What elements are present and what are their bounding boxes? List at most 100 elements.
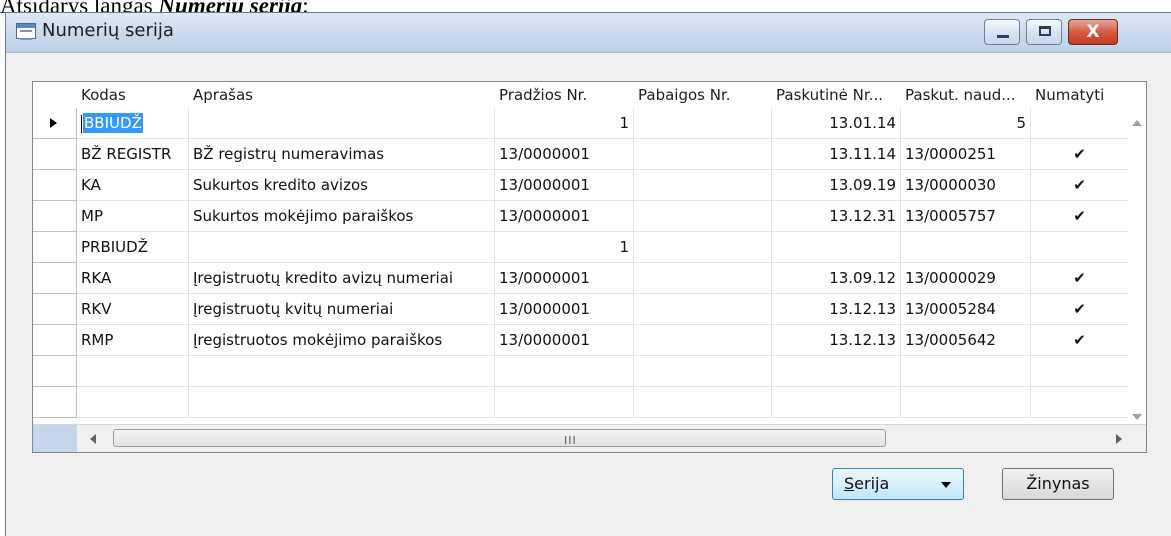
cell-paskut-naud[interactable]: 13/0005757 xyxy=(901,201,1031,232)
title-bar[interactable]: Numerių serija X xyxy=(6,13,1171,53)
cell-aprasas[interactable]: Įregistruotos mokėjimo paraiškos xyxy=(189,325,495,356)
cell-paskutine-nr[interactable]: 13.12.13 xyxy=(772,325,901,356)
cell-numatyti[interactable]: ✔ xyxy=(1031,263,1129,294)
serija-button[interactable]: Serija xyxy=(832,468,964,500)
vertical-scrollbar[interactable] xyxy=(1128,108,1146,434)
column-header-pabaigos-nr[interactable]: Pabaigos Nr. xyxy=(634,82,772,108)
dropdown-arrow-icon[interactable] xyxy=(941,482,951,488)
cell-kodas[interactable]: BŽ REGISTR xyxy=(77,139,189,170)
column-header-pradzios-nr[interactable]: Pradžios Nr. xyxy=(495,82,634,108)
cell-paskutine-nr[interactable]: 13.09.19 xyxy=(772,170,901,201)
cell-numatyti[interactable]: ✔ xyxy=(1031,201,1129,232)
cell-numatyti[interactable] xyxy=(1031,356,1129,387)
cell-pradzios-nr[interactable]: 13/0000001 xyxy=(495,170,634,201)
cell-kodas[interactable] xyxy=(77,356,189,387)
cell-paskutine-nr[interactable]: 13.09.12 xyxy=(772,263,901,294)
row-selector[interactable] xyxy=(33,201,77,232)
cell-numatyti[interactable]: ✔ xyxy=(1031,294,1129,325)
cell-pabaigos-nr[interactable] xyxy=(634,294,772,325)
horizontal-scrollbar[interactable]: III xyxy=(33,424,1146,452)
cell-pradzios-nr[interactable]: 13/0000001 xyxy=(495,201,634,232)
minimize-button[interactable] xyxy=(984,19,1020,45)
cell-aprasas[interactable]: Sukurtos mokėjimo paraiškos xyxy=(189,201,495,232)
cell-kodas[interactable] xyxy=(77,387,189,418)
cell-pradzios-nr[interactable] xyxy=(495,356,634,387)
cell-paskutine-nr[interactable]: 13.12.13 xyxy=(772,294,901,325)
column-header-paskut-naud[interactable]: Paskut. naud... xyxy=(901,82,1031,108)
cell-kodas[interactable]: RKA xyxy=(77,263,189,294)
row-selector[interactable] xyxy=(33,325,77,356)
table-row[interactable]: MP Sukurtos mokėjimo paraiškos 13/0000001 1… xyxy=(33,201,1129,232)
cell-numatyti[interactable]: ✔ xyxy=(1031,325,1129,356)
cell-pabaigos-nr[interactable] xyxy=(634,325,772,356)
row-selector[interactable] xyxy=(33,232,77,263)
cell-pabaigos-nr[interactable] xyxy=(634,263,772,294)
cell-paskut-naud[interactable] xyxy=(901,232,1031,263)
table-row[interactable]: RKV Įregistruotų kvitų numeriai 13/0000001… xyxy=(33,294,1129,325)
cell-paskutine-nr[interactable] xyxy=(772,232,901,263)
scroll-down-icon[interactable] xyxy=(1132,414,1142,420)
cell-pradzios-nr[interactable]: 13/0000001 xyxy=(495,325,634,356)
cell-paskut-naud[interactable] xyxy=(901,387,1031,418)
cell-paskut-naud[interactable]: 13/0005284 xyxy=(901,294,1031,325)
cell-paskut-naud[interactable]: 13/0005642 xyxy=(901,325,1031,356)
row-selector[interactable] xyxy=(33,139,77,170)
zinynas-button[interactable]: Žinynas xyxy=(1002,468,1114,500)
row-selector-current[interactable] xyxy=(33,108,77,139)
cell-paskutine-nr[interactable]: 13.01.14 xyxy=(772,108,901,139)
cell-paskutine-nr[interactable]: 13.12.31 xyxy=(772,201,901,232)
column-header-paskutine-nr[interactable]: Paskutinė Nr... xyxy=(772,82,901,108)
cell-numatyti[interactable] xyxy=(1031,387,1129,418)
cell-pradzios-nr[interactable]: 1 xyxy=(495,108,634,139)
cell-paskut-naud[interactable]: 13/0000251 xyxy=(901,139,1031,170)
row-selector[interactable] xyxy=(33,294,77,325)
cell-numatyti[interactable] xyxy=(1031,232,1129,263)
row-selector[interactable] xyxy=(33,356,77,387)
cell-kodas[interactable]: PRBIUDŽ xyxy=(77,232,189,263)
cell-paskut-naud[interactable]: 13/0000029 xyxy=(901,263,1031,294)
cell-pabaigos-nr[interactable] xyxy=(634,170,772,201)
cell-aprasas[interactable] xyxy=(189,232,495,263)
cell-numatyti[interactable]: ✔ xyxy=(1031,139,1129,170)
table-row[interactable]: BŽ REGISTR BŽ registrų numeravimas 13/0000… xyxy=(33,139,1129,170)
close-button[interactable]: X xyxy=(1068,19,1118,45)
scroll-thumb[interactable]: III xyxy=(113,429,886,447)
maximize-button[interactable] xyxy=(1026,19,1062,45)
cell-aprasas[interactable] xyxy=(189,356,495,387)
table-row[interactable] xyxy=(33,387,1129,418)
cell-pradzios-nr[interactable]: 1 xyxy=(495,232,634,263)
column-header-numatyti[interactable]: Numatyti xyxy=(1031,82,1129,108)
cell-kodas[interactable]: BBIUDŽ xyxy=(77,108,189,139)
cell-aprasas[interactable] xyxy=(189,108,495,139)
cell-paskut-naud[interactable] xyxy=(901,356,1031,387)
cell-pradzios-nr[interactable] xyxy=(495,387,634,418)
cell-pabaigos-nr[interactable] xyxy=(634,108,772,139)
cell-aprasas[interactable]: Įregistruotų kvitų numeriai xyxy=(189,294,495,325)
cell-kodas[interactable]: RMP xyxy=(77,325,189,356)
row-selector[interactable] xyxy=(33,263,77,294)
cell-kodas[interactable]: KA xyxy=(77,170,189,201)
cell-paskutine-nr[interactable] xyxy=(772,356,901,387)
cell-numatyti[interactable] xyxy=(1031,108,1129,139)
row-selector[interactable] xyxy=(33,387,77,418)
row-selector[interactable] xyxy=(33,170,77,201)
cell-kodas[interactable]: RKV xyxy=(77,294,189,325)
cell-pabaigos-nr[interactable] xyxy=(634,387,772,418)
column-header-aprasas[interactable]: Aprašas xyxy=(189,82,495,108)
cell-paskut-naud[interactable]: 13/0000030 xyxy=(901,170,1031,201)
scroll-up-icon[interactable] xyxy=(1132,120,1142,126)
cell-aprasas[interactable]: Sukurtos kredito avizos xyxy=(189,170,495,201)
cell-pabaigos-nr[interactable] xyxy=(634,201,772,232)
scroll-left-icon[interactable] xyxy=(90,434,96,444)
cell-paskutine-nr[interactable] xyxy=(772,387,901,418)
scroll-right-icon[interactable] xyxy=(1116,434,1122,444)
cell-aprasas[interactable]: BŽ registrų numeravimas xyxy=(189,139,495,170)
table-row[interactable] xyxy=(33,356,1129,387)
table-row[interactable]: BBIUDŽ 1 13.01.14 5 xyxy=(33,108,1129,139)
cell-pradzios-nr[interactable]: 13/0000001 xyxy=(495,263,634,294)
column-header-kodas[interactable]: Kodas xyxy=(77,82,189,108)
cell-pradzios-nr[interactable]: 13/0000001 xyxy=(495,294,634,325)
cell-pabaigos-nr[interactable] xyxy=(634,139,772,170)
cell-aprasas[interactable] xyxy=(189,387,495,418)
cell-pradzios-nr[interactable]: 13/0000001 xyxy=(495,139,634,170)
